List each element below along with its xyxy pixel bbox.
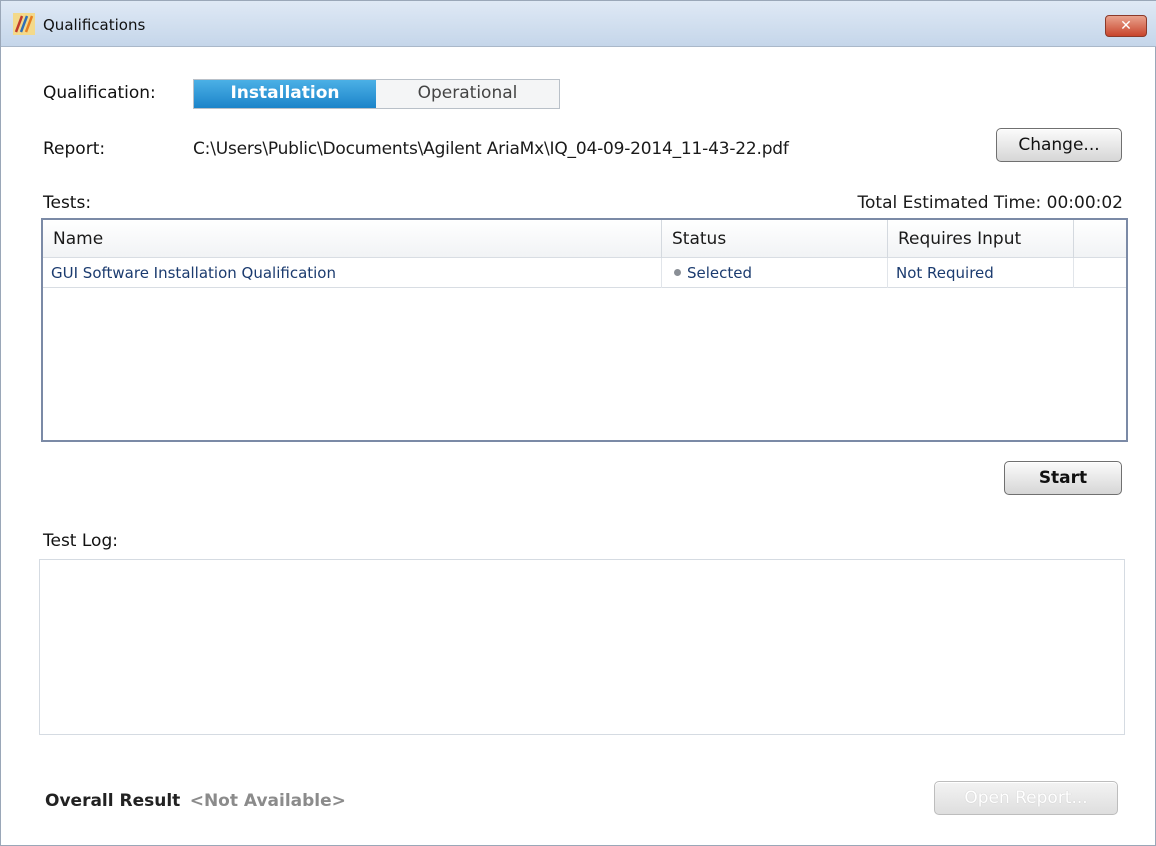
test-status-cell: Selected: [662, 258, 888, 288]
table-row[interactable]: GUI Software Installation Qualification …: [43, 258, 1126, 288]
test-name-cell: GUI Software Installation Qualification: [43, 258, 662, 288]
tests-label: Tests:: [43, 193, 92, 213]
window-title: Qualifications: [43, 16, 146, 34]
installation-option[interactable]: Installation: [194, 80, 376, 108]
app-logo-icon: [13, 13, 35, 35]
qualification-label: Qualification:: [43, 83, 156, 103]
start-button[interactable]: Start: [1004, 461, 1122, 495]
tests-table-header: Name Status Requires Input: [43, 220, 1126, 258]
requires-input-cell: Not Required: [888, 258, 1074, 288]
column-header-name[interactable]: Name: [43, 220, 662, 258]
column-header-status[interactable]: Status: [662, 220, 888, 258]
report-path: C:\Users\Public\Documents\Agilent AriaMx…: [193, 139, 789, 159]
overall-result-value: <Not Available>: [189, 791, 346, 811]
tests-table: Name Status Requires Input GUI Software …: [41, 218, 1128, 442]
title-bar: Qualifications ✕: [1, 1, 1156, 47]
test-status-text: Selected: [687, 264, 753, 282]
change-button[interactable]: Change...: [996, 128, 1122, 162]
total-estimated-time: Total Estimated Time: 00:00:02: [857, 193, 1123, 213]
column-header-requires-input[interactable]: Requires Input: [888, 220, 1074, 258]
status-dot-icon: [674, 269, 681, 276]
close-button[interactable]: ✕: [1105, 15, 1147, 37]
column-header-filler: [1074, 220, 1126, 258]
report-label: Report:: [43, 139, 106, 159]
overall-result-label: Overall Result: [45, 791, 181, 811]
filler-cell: [1074, 258, 1126, 288]
overall-result: Overall Result <Not Available>: [45, 791, 346, 811]
test-log-area[interactable]: [39, 559, 1125, 735]
test-log-label: Test Log:: [43, 531, 118, 551]
qualifications-window: Qualifications ✕ Qualification: Installa…: [0, 0, 1156, 846]
operational-option[interactable]: Operational: [376, 80, 559, 108]
qualification-segmented-control: Installation Operational: [193, 79, 560, 109]
open-report-button[interactable]: Open Report...: [934, 781, 1118, 815]
